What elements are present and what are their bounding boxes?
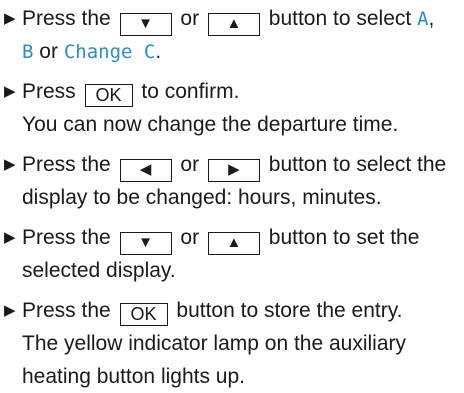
- step-confirm: ▶ Press OK to confirm. You can now chang…: [0, 75, 464, 141]
- ok-button[interactable]: OK: [84, 84, 133, 107]
- bullet-icon: ▶: [4, 83, 16, 100]
- step-text: display to be changed: hours, minutes.: [22, 186, 382, 209]
- step-text: selected display.: [22, 259, 176, 282]
- step-text: Press the ▼ or ▲ button to set the: [22, 221, 419, 255]
- ok-button[interactable]: OK: [119, 303, 168, 326]
- step-text: heating button lights up.: [22, 365, 246, 388]
- step-line: ▶ Press OK to confirm.: [0, 75, 464, 108]
- up-arrow-button[interactable]: ▲: [207, 232, 260, 255]
- step-line: ▶ Press the ▼ or ▲ button to set the: [0, 221, 464, 255]
- left-arrow-button[interactable]: ◀: [119, 159, 172, 182]
- right-arrow-button[interactable]: ▶: [207, 159, 260, 182]
- step-text: Press the OK button to store the entry.: [22, 299, 403, 326]
- bullet-icon: ▶: [4, 156, 16, 173]
- step-line: heating button lights up.: [0, 360, 464, 393]
- step-text: Press OK to confirm.: [22, 80, 240, 107]
- up-arrow-button[interactable]: ▲: [207, 13, 260, 36]
- down-arrow-button[interactable]: ▼: [119, 13, 172, 36]
- step-text: Press the ◀ or ▶ button to select the: [22, 148, 446, 182]
- display-value-a: A: [417, 8, 429, 30]
- step-text: The yellow indicator lamp on the auxilia…: [22, 332, 407, 355]
- instruction-page: ▶ Press the ▼ or ▲ button to select A, B…: [0, 0, 464, 388]
- display-value-b: B: [22, 41, 34, 63]
- down-arrow-button[interactable]: ▼: [119, 232, 172, 255]
- step-line: ▶ Press the ◀ or ▶ button to select the: [0, 148, 464, 182]
- step-text: B or Change C.: [22, 40, 162, 63]
- step-line: ▶ Press the ▼ or ▲ button to select A,: [0, 2, 464, 36]
- step-store-entry: ▶ Press the OK button to store the entry…: [0, 294, 464, 393]
- bullet-icon: ▶: [4, 229, 16, 246]
- step-line: display to be changed: hours, minutes.: [0, 181, 464, 214]
- step-text: Press the ▼ or ▲ button to select A,: [22, 2, 434, 36]
- display-value-change-c: Change C: [63, 41, 156, 63]
- step-select-display: ▶ Press the ▼ or ▲ button to select A, B…: [0, 2, 464, 68]
- step-text: You can now change the departure time.: [22, 113, 399, 136]
- step-line: selected display.: [0, 254, 464, 287]
- bullet-icon: ▶: [4, 302, 16, 319]
- step-select-hours-minutes: ▶ Press the ◀ or ▶ button to select the …: [0, 148, 464, 214]
- bullet-icon: ▶: [4, 10, 16, 27]
- step-set-display: ▶ Press the ▼ or ▲ button to set the sel…: [0, 221, 464, 287]
- step-line: ▶ Press the OK button to store the entry…: [0, 294, 464, 327]
- step-line: You can now change the departure time.: [0, 108, 464, 141]
- step-line: The yellow indicator lamp on the auxilia…: [0, 327, 464, 360]
- step-line: B or Change C.: [0, 35, 464, 68]
